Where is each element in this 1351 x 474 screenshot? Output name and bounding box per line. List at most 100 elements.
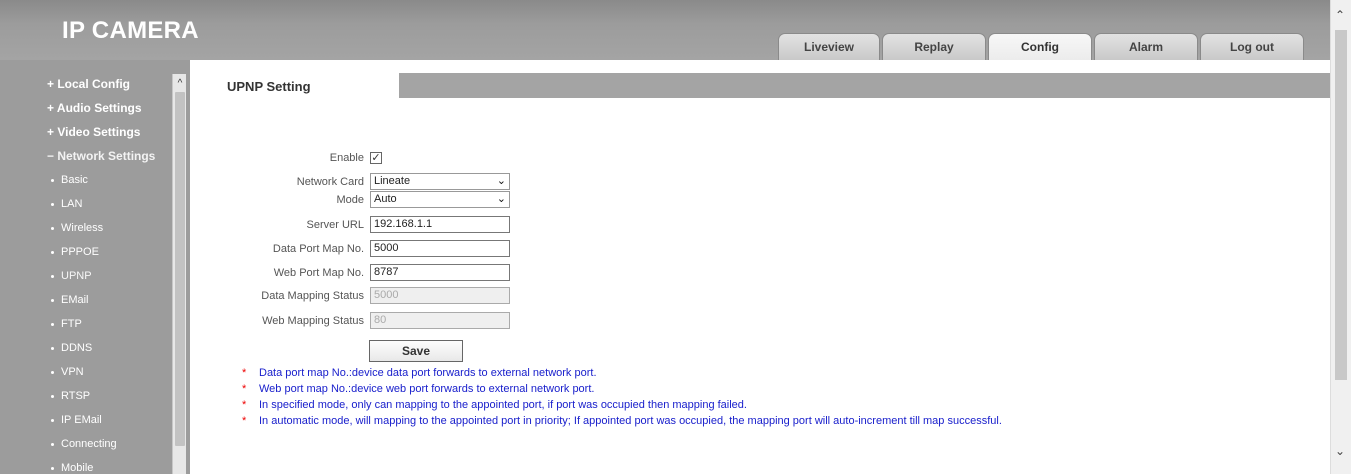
- mode-value: Auto: [374, 193, 397, 205]
- server-url-row: Server URL 192.168.1.1: [190, 216, 510, 233]
- page-scrollbar[interactable]: ⌃ ⌄: [1330, 0, 1351, 474]
- sidebar-item-basic[interactable]: Basic: [45, 168, 171, 192]
- tab-replay[interactable]: Replay: [882, 33, 986, 60]
- data-port-input[interactable]: 5000: [370, 240, 510, 257]
- web-status-label: Web Mapping Status: [262, 314, 364, 327]
- sidebar-item-pppoe[interactable]: PPPOE: [45, 240, 171, 264]
- sidebar-item-label: DDNS: [61, 342, 93, 354]
- web-port-row: Web Port Map No. 8787: [190, 264, 510, 281]
- sidebar-item-vpn[interactable]: VPN: [45, 360, 171, 384]
- server-url-input[interactable]: 192.168.1.1: [370, 216, 510, 233]
- sidebar-item-lan[interactable]: LAN: [45, 192, 171, 216]
- chevron-down-icon: ⌄: [496, 175, 506, 187]
- bullet-icon: [51, 467, 54, 470]
- note-text: Data port map No.:device data port forwa…: [259, 367, 597, 379]
- data-port-label: Data Port Map No.: [272, 242, 364, 255]
- enable-checkbox[interactable]: ✓: [370, 151, 382, 164]
- help-notes: * Data port map No.:device data port forw…: [242, 365, 1322, 429]
- logo: IP CAMERA: [62, 17, 199, 44]
- sidebar-item-label: IP EMail: [61, 414, 102, 426]
- network-card-label: Network Card: [296, 175, 364, 188]
- sidebar-item-label: Mobile: [61, 462, 94, 474]
- bullet-icon: [51, 347, 54, 350]
- sidebar-item-label: VPN: [61, 366, 84, 378]
- sidebar-menu: + Local Config + Audio Settings + Video …: [45, 60, 171, 474]
- sidebar-item-label: UPNP: [61, 270, 92, 282]
- scroll-down-icon[interactable]: ⌄: [1335, 444, 1345, 458]
- sidebar-item-ip-email[interactable]: IP EMail: [45, 408, 171, 432]
- tab-config[interactable]: Config: [988, 33, 1092, 60]
- asterisk-icon: *: [242, 367, 247, 379]
- bullet-icon: [51, 443, 54, 446]
- bullet-icon: [51, 227, 54, 230]
- sidebar-group-audio-settings[interactable]: + Audio Settings: [45, 96, 171, 120]
- note-item: * Data port map No.:device data port forw…: [242, 365, 1322, 381]
- page-title: UPNP Setting: [190, 73, 399, 98]
- bullet-icon: [51, 179, 54, 182]
- server-url-label: Server URL: [306, 218, 364, 231]
- asterisk-icon: *: [242, 383, 247, 395]
- sidebar-scroll-thumb[interactable]: [175, 92, 185, 446]
- mode-row: Mode Auto ⌄: [190, 191, 510, 208]
- sidebar-item-label: Basic: [61, 174, 88, 186]
- sidebar-group-local-config[interactable]: + Local Config: [45, 72, 171, 96]
- sidebar-item-label: PPPOE: [61, 246, 99, 258]
- bullet-icon: [51, 419, 54, 422]
- sidebar-item-label: Wireless: [61, 222, 104, 234]
- sidebar-item-rtsp[interactable]: RTSP: [45, 384, 171, 408]
- bullet-icon: [51, 395, 54, 398]
- sidebar-item-label: RTSP: [61, 390, 91, 402]
- bullet-icon: [51, 299, 54, 302]
- sidebar-item-label: FTP: [61, 318, 82, 330]
- web-port-label: Web Port Map No.: [273, 266, 364, 279]
- tab-liveview[interactable]: Liveview: [778, 33, 880, 60]
- asterisk-icon: *: [242, 415, 247, 427]
- upnp-form: Enable ✓ Network Card Lineate ⌄ Mode Aut…: [190, 98, 1330, 474]
- sidebar-item-ftp[interactable]: FTP: [45, 312, 171, 336]
- page-scroll-thumb[interactable]: [1335, 30, 1347, 380]
- bullet-icon: [51, 323, 54, 326]
- sidebar-item-wireless[interactable]: Wireless: [45, 216, 171, 240]
- note-text: Web port map No.:device web port forward…: [259, 383, 595, 395]
- data-port-row: Data Port Map No. 5000: [190, 240, 510, 257]
- sidebar-group-video-settings[interactable]: + Video Settings: [45, 120, 171, 144]
- sidebar-group-network-settings[interactable]: − Network Settings: [45, 144, 171, 168]
- sidebar-item-mobile[interactable]: Mobile: [45, 456, 171, 474]
- sidebar-item-connecting[interactable]: Connecting: [45, 432, 171, 456]
- network-card-row: Network Card Lineate ⌄: [190, 173, 510, 190]
- sidebar-item-email[interactable]: EMail: [45, 288, 171, 312]
- data-status-label: Data Mapping Status: [261, 289, 364, 302]
- header-bar: IP CAMERA Liveview Replay Config Alarm L…: [0, 0, 1330, 60]
- sidebar-item-ddns[interactable]: DDNS: [45, 336, 171, 360]
- network-card-value: Lineate: [374, 175, 411, 187]
- bullet-icon: [51, 275, 54, 278]
- asterisk-icon: *: [242, 399, 247, 411]
- web-status-row: Web Mapping Status 80: [190, 312, 510, 329]
- bullet-icon: [51, 251, 54, 254]
- data-status-row: Data Mapping Status 5000: [190, 287, 510, 304]
- mode-label: Mode: [336, 193, 364, 206]
- save-button[interactable]: Save: [369, 340, 463, 362]
- web-status-field: 80: [370, 312, 510, 329]
- sidebar-item-upnp[interactable]: UPNP: [45, 264, 171, 288]
- tab-alarm[interactable]: Alarm: [1094, 33, 1198, 60]
- nav-tabs: Liveview Replay Config Alarm Log out: [778, 33, 1306, 60]
- bullet-icon: [51, 371, 54, 374]
- note-text: In specified mode, only can mapping to t…: [259, 399, 747, 411]
- bullet-icon: [51, 203, 54, 206]
- scroll-up-icon[interactable]: ^: [173, 74, 187, 92]
- mode-select[interactable]: Auto ⌄: [370, 191, 510, 208]
- note-text: In automatic mode, will mapping to the a…: [259, 415, 1002, 427]
- note-item: * In specified mode, only can mapping to …: [242, 397, 1322, 413]
- enable-label: Enable: [329, 151, 364, 164]
- main-content: UPNP Setting Enable ✓ Network Card Linea…: [190, 73, 1330, 474]
- note-item: * Web port map No.:device web port forwar…: [242, 381, 1322, 397]
- network-card-select[interactable]: Lineate ⌄: [370, 173, 510, 190]
- sidebar-scrollbar[interactable]: ^: [172, 74, 186, 474]
- data-status-field: 5000: [370, 287, 510, 304]
- web-port-input[interactable]: 8787: [370, 264, 510, 281]
- sidebar-item-label: Connecting: [61, 438, 117, 450]
- scroll-up-icon[interactable]: ⌃: [1335, 8, 1345, 22]
- tab-logout[interactable]: Log out: [1200, 33, 1304, 60]
- sidebar-item-label: EMail: [61, 294, 89, 306]
